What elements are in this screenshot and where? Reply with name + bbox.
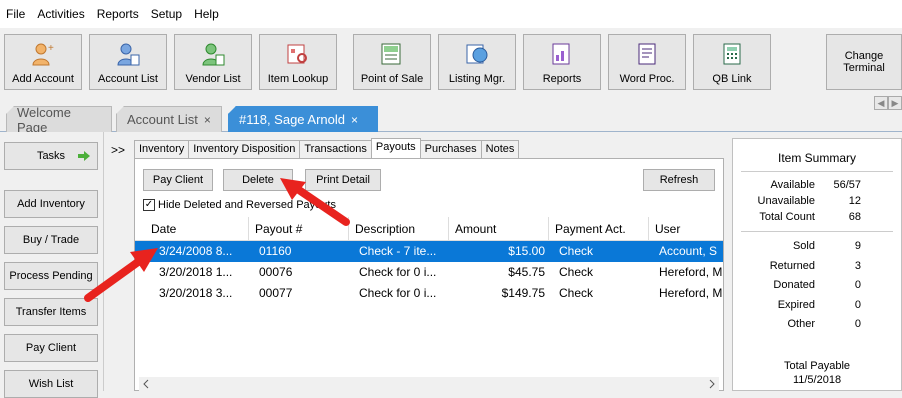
tasks-button[interactable]: Tasks xyxy=(4,142,98,170)
refresh-button[interactable]: Refresh xyxy=(643,169,715,191)
change-terminal-button[interactable]: Change Terminal xyxy=(826,34,902,90)
vendor-icon xyxy=(202,43,225,66)
tab-payouts[interactable]: Payouts xyxy=(370,138,421,158)
report-icon xyxy=(552,43,570,65)
menu-activities[interactable]: Activities xyxy=(35,7,92,21)
horizontal-scrollbar[interactable] xyxy=(139,377,719,391)
cash-register-icon xyxy=(381,43,401,65)
payouts-panel: Pay Client Delete Print Detail Refresh ✓… xyxy=(134,158,724,391)
pay-client-sidebar-button[interactable]: Pay Client xyxy=(4,334,98,362)
divider xyxy=(741,171,893,172)
payouts-grid: Date Payout # Description Amount Payment… xyxy=(135,217,723,391)
item-lookup-button[interactable]: Item Lookup xyxy=(259,34,337,90)
account-subtabs: Inventory Inventory Disposition Transact… xyxy=(134,138,520,158)
wish-list-button[interactable]: Wish List xyxy=(4,370,98,398)
add-user-icon: + xyxy=(32,43,54,66)
scroll-right-icon[interactable] xyxy=(707,377,717,391)
scroll-left-icon[interactable] xyxy=(141,377,151,391)
col-payment-act[interactable]: Payment Act. xyxy=(549,217,649,241)
col-user[interactable]: User xyxy=(649,217,723,241)
account-list-button[interactable]: Account List xyxy=(89,34,167,90)
document-icon xyxy=(638,43,656,65)
item-summary-panel: Item Summary Available 56/57 Unavailable 1… xyxy=(732,138,902,391)
item-summary-title: Item Summary xyxy=(777,151,856,165)
arrow-right-icon xyxy=(78,151,90,161)
tab-account-118[interactable]: #118, Sage Arnold × xyxy=(228,106,378,132)
calculator-icon xyxy=(723,43,741,65)
main-toolbar: + Add Account Account List Vendor List I… xyxy=(0,30,902,94)
menu-reports[interactable]: Reports xyxy=(95,7,147,21)
word-proc-button[interactable]: Word Proc. xyxy=(608,34,686,90)
total-payable-label: Total Payable xyxy=(783,360,851,372)
expand-toggle[interactable]: >> xyxy=(111,143,125,157)
tab-welcome-page[interactable]: Welcome Page xyxy=(6,106,112,132)
reports-button[interactable]: Reports xyxy=(523,34,601,90)
close-icon[interactable]: × xyxy=(351,113,358,127)
close-icon[interactable]: × xyxy=(204,113,211,127)
add-inventory-button[interactable]: Add Inventory xyxy=(4,190,98,218)
tab-purchases[interactable]: Purchases xyxy=(419,140,482,158)
svg-text:+: + xyxy=(48,43,54,54)
tab-account-list[interactable]: Account List × xyxy=(116,106,222,132)
vendor-list-button[interactable]: Vendor List xyxy=(174,34,252,90)
listing-mgr-button[interactable]: Listing Mgr. xyxy=(438,34,516,90)
menu-file[interactable]: File xyxy=(4,7,33,21)
point-of-sale-button[interactable]: Point of Sale xyxy=(353,34,431,90)
grid-header: Date Payout # Description Amount Payment… xyxy=(135,217,723,241)
globe-icon xyxy=(466,44,488,64)
qb-link-button[interactable]: QB Link xyxy=(693,34,771,90)
menu-setup[interactable]: Setup xyxy=(149,7,190,21)
table-row[interactable]: 3/24/2008 8... 01160 Check - 7 ite... $1… xyxy=(135,241,723,262)
table-row[interactable]: 3/20/2018 3... 00077 Check for 0 i... $1… xyxy=(135,283,723,304)
menu-bar: File Activities Reports Setup Help xyxy=(0,0,902,28)
document-tabs: Welcome Page Account List × #118, Sage A… xyxy=(0,104,902,132)
tab-notes[interactable]: Notes xyxy=(480,140,520,158)
total-payable-date: 11/5/2018 xyxy=(792,374,842,386)
col-amount[interactable]: Amount xyxy=(449,217,549,241)
annotation-arrow-icon xyxy=(84,248,158,302)
user-list-icon xyxy=(117,43,140,66)
divider xyxy=(741,231,893,232)
pay-client-button[interactable]: Pay Client xyxy=(143,169,213,191)
item-lookup-icon xyxy=(287,44,307,64)
tab-inventory-disposition[interactable]: Inventory Disposition xyxy=(188,140,301,158)
menu-help[interactable]: Help xyxy=(192,7,227,21)
tab-transactions[interactable]: Transactions xyxy=(299,140,372,158)
tab-inventory[interactable]: Inventory xyxy=(134,140,190,158)
col-description[interactable]: Description xyxy=(349,217,449,241)
add-account-button[interactable]: + Add Account xyxy=(4,34,82,90)
annotation-arrow-icon xyxy=(280,178,350,226)
table-row[interactable]: 3/20/2018 1... 00076 Check for 0 i... $4… xyxy=(135,262,723,283)
checkmark-icon: ✓ xyxy=(143,199,155,211)
